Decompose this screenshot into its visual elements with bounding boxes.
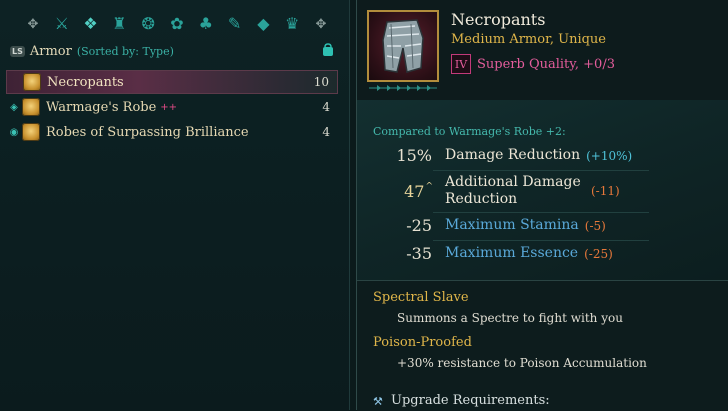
category-tab-9[interactable]: ♛ bbox=[281, 13, 303, 35]
stat-value: -35 bbox=[406, 244, 432, 263]
favorite-icon: ◈ bbox=[10, 101, 18, 113]
ls-button-badge[interactable]: LS bbox=[10, 45, 25, 57]
category-tab-6[interactable]: ♣ bbox=[195, 13, 217, 35]
stat-value: 47^ bbox=[404, 181, 433, 201]
stat-diff: (-25) bbox=[584, 246, 613, 261]
category-tab-3[interactable]: ♜ bbox=[108, 13, 130, 35]
stat-label: Damage Reduction bbox=[445, 147, 581, 163]
equipped-eye-icon: ◉ bbox=[9, 126, 19, 138]
category-tab-10[interactable]: ✥ bbox=[310, 13, 332, 35]
item-title: Necropants bbox=[451, 10, 546, 29]
item-type: Medium Armor, Unique bbox=[451, 32, 606, 47]
list-item[interactable]: ◉ Robes of Surpassing Brilliance 4 bbox=[6, 120, 338, 144]
stat-row: 15% Damage Reduction (+10%) bbox=[357, 146, 647, 165]
armor-item-icon bbox=[22, 123, 40, 141]
stat-diff: (+10%) bbox=[586, 148, 633, 163]
category-tab-8[interactable]: ◆ bbox=[252, 13, 274, 35]
item-portrait bbox=[367, 10, 439, 82]
item-name: Necropants bbox=[47, 74, 124, 90]
stat-label: Additional Damage Reduction bbox=[445, 174, 581, 207]
stat-row: -25 Maximum Stamina (-5) bbox=[357, 216, 647, 235]
stat-value: 15% bbox=[396, 146, 432, 165]
compare-label: Compared to Warmage's Robe +2: bbox=[373, 125, 566, 138]
stat-value: -25 bbox=[406, 216, 432, 235]
stat-diff: (-11) bbox=[591, 184, 620, 198]
inventory-panel: ✥ ⚔ ❖ ♜ ❂ ✿ ♣ ✎ ◆ ♛ ✥ LS Armor (Sorted b… bbox=[0, 0, 350, 410]
category-bar: ✥ ⚔ ❖ ♜ ❂ ✿ ♣ ✎ ◆ ♛ ✥ bbox=[22, 12, 332, 36]
item-value: 10 bbox=[313, 75, 329, 89]
stat-label: Maximum Stamina bbox=[445, 217, 579, 233]
sort-label[interactable]: (Sorted by: Type) bbox=[77, 45, 174, 58]
armor-item-icon bbox=[23, 73, 41, 91]
tier-badge: IV bbox=[451, 54, 471, 74]
stat-row: -35 Maximum Essence (-25) bbox=[357, 244, 647, 263]
ornament-divider bbox=[369, 85, 437, 91]
category-tab-4[interactable]: ❂ bbox=[137, 13, 159, 35]
item-detail-panel: Necropants Medium Armor, Unique IV Super… bbox=[356, 0, 728, 411]
armor-item-icon bbox=[22, 98, 40, 116]
list-header: LS Armor (Sorted by: Type) bbox=[10, 40, 336, 62]
item-upgrade-mark: ++ bbox=[160, 101, 178, 113]
category-tab-5[interactable]: ✿ bbox=[166, 13, 188, 35]
item-name: Robes of Surpassing Brilliance bbox=[46, 124, 249, 140]
category-tab-0[interactable]: ✥ bbox=[22, 13, 44, 35]
perk-title: Poison-Proofed bbox=[373, 335, 472, 350]
item-name: Warmage's Robe bbox=[46, 99, 157, 115]
bag-icon bbox=[323, 43, 333, 56]
item-value: 4 bbox=[322, 100, 330, 114]
stat-diff: (-5) bbox=[584, 218, 606, 233]
quality-row: IV Superb Quality, +0/3 bbox=[451, 54, 615, 74]
stats-section: Compared to Warmage's Robe +2: 15% Damag… bbox=[357, 100, 728, 280]
category-tab-2[interactable]: ❖ bbox=[80, 13, 102, 35]
anvil-icon: ⚒ bbox=[373, 394, 383, 408]
category-title: Armor bbox=[29, 43, 72, 59]
perk-title: Spectral Slave bbox=[373, 290, 469, 305]
stat-row: 47^ Additional Damage Reduction (-11) bbox=[357, 174, 647, 208]
quality-text: Superb Quality, +0/3 bbox=[477, 56, 615, 72]
list-item[interactable]: Necropants 10 bbox=[6, 70, 338, 94]
item-card: Necropants Medium Armor, Unique IV Super… bbox=[357, 0, 728, 101]
perks-section: Spectral Slave Summons a Spectre to figh… bbox=[357, 280, 728, 411]
upgrade-requirements: ⚒ Upgrade Requirements: bbox=[373, 393, 550, 408]
category-tab-7[interactable]: ✎ bbox=[224, 13, 246, 35]
upgrade-label: Upgrade Requirements: bbox=[391, 393, 550, 408]
item-value: 4 bbox=[322, 125, 330, 139]
item-list: Necropants 10 ◈ Warmage's Robe ++ 4 ◉ Ro… bbox=[6, 70, 338, 145]
perk-description: Summons a Spectre to fight with you bbox=[397, 311, 623, 325]
pants-icon bbox=[382, 19, 424, 73]
category-tab-1[interactable]: ⚔ bbox=[51, 13, 73, 35]
perk-description: +30% resistance to Poison Accumulation bbox=[397, 356, 647, 370]
stat-label: Maximum Essence bbox=[445, 245, 579, 261]
list-item[interactable]: ◈ Warmage's Robe ++ 4 bbox=[6, 95, 338, 119]
